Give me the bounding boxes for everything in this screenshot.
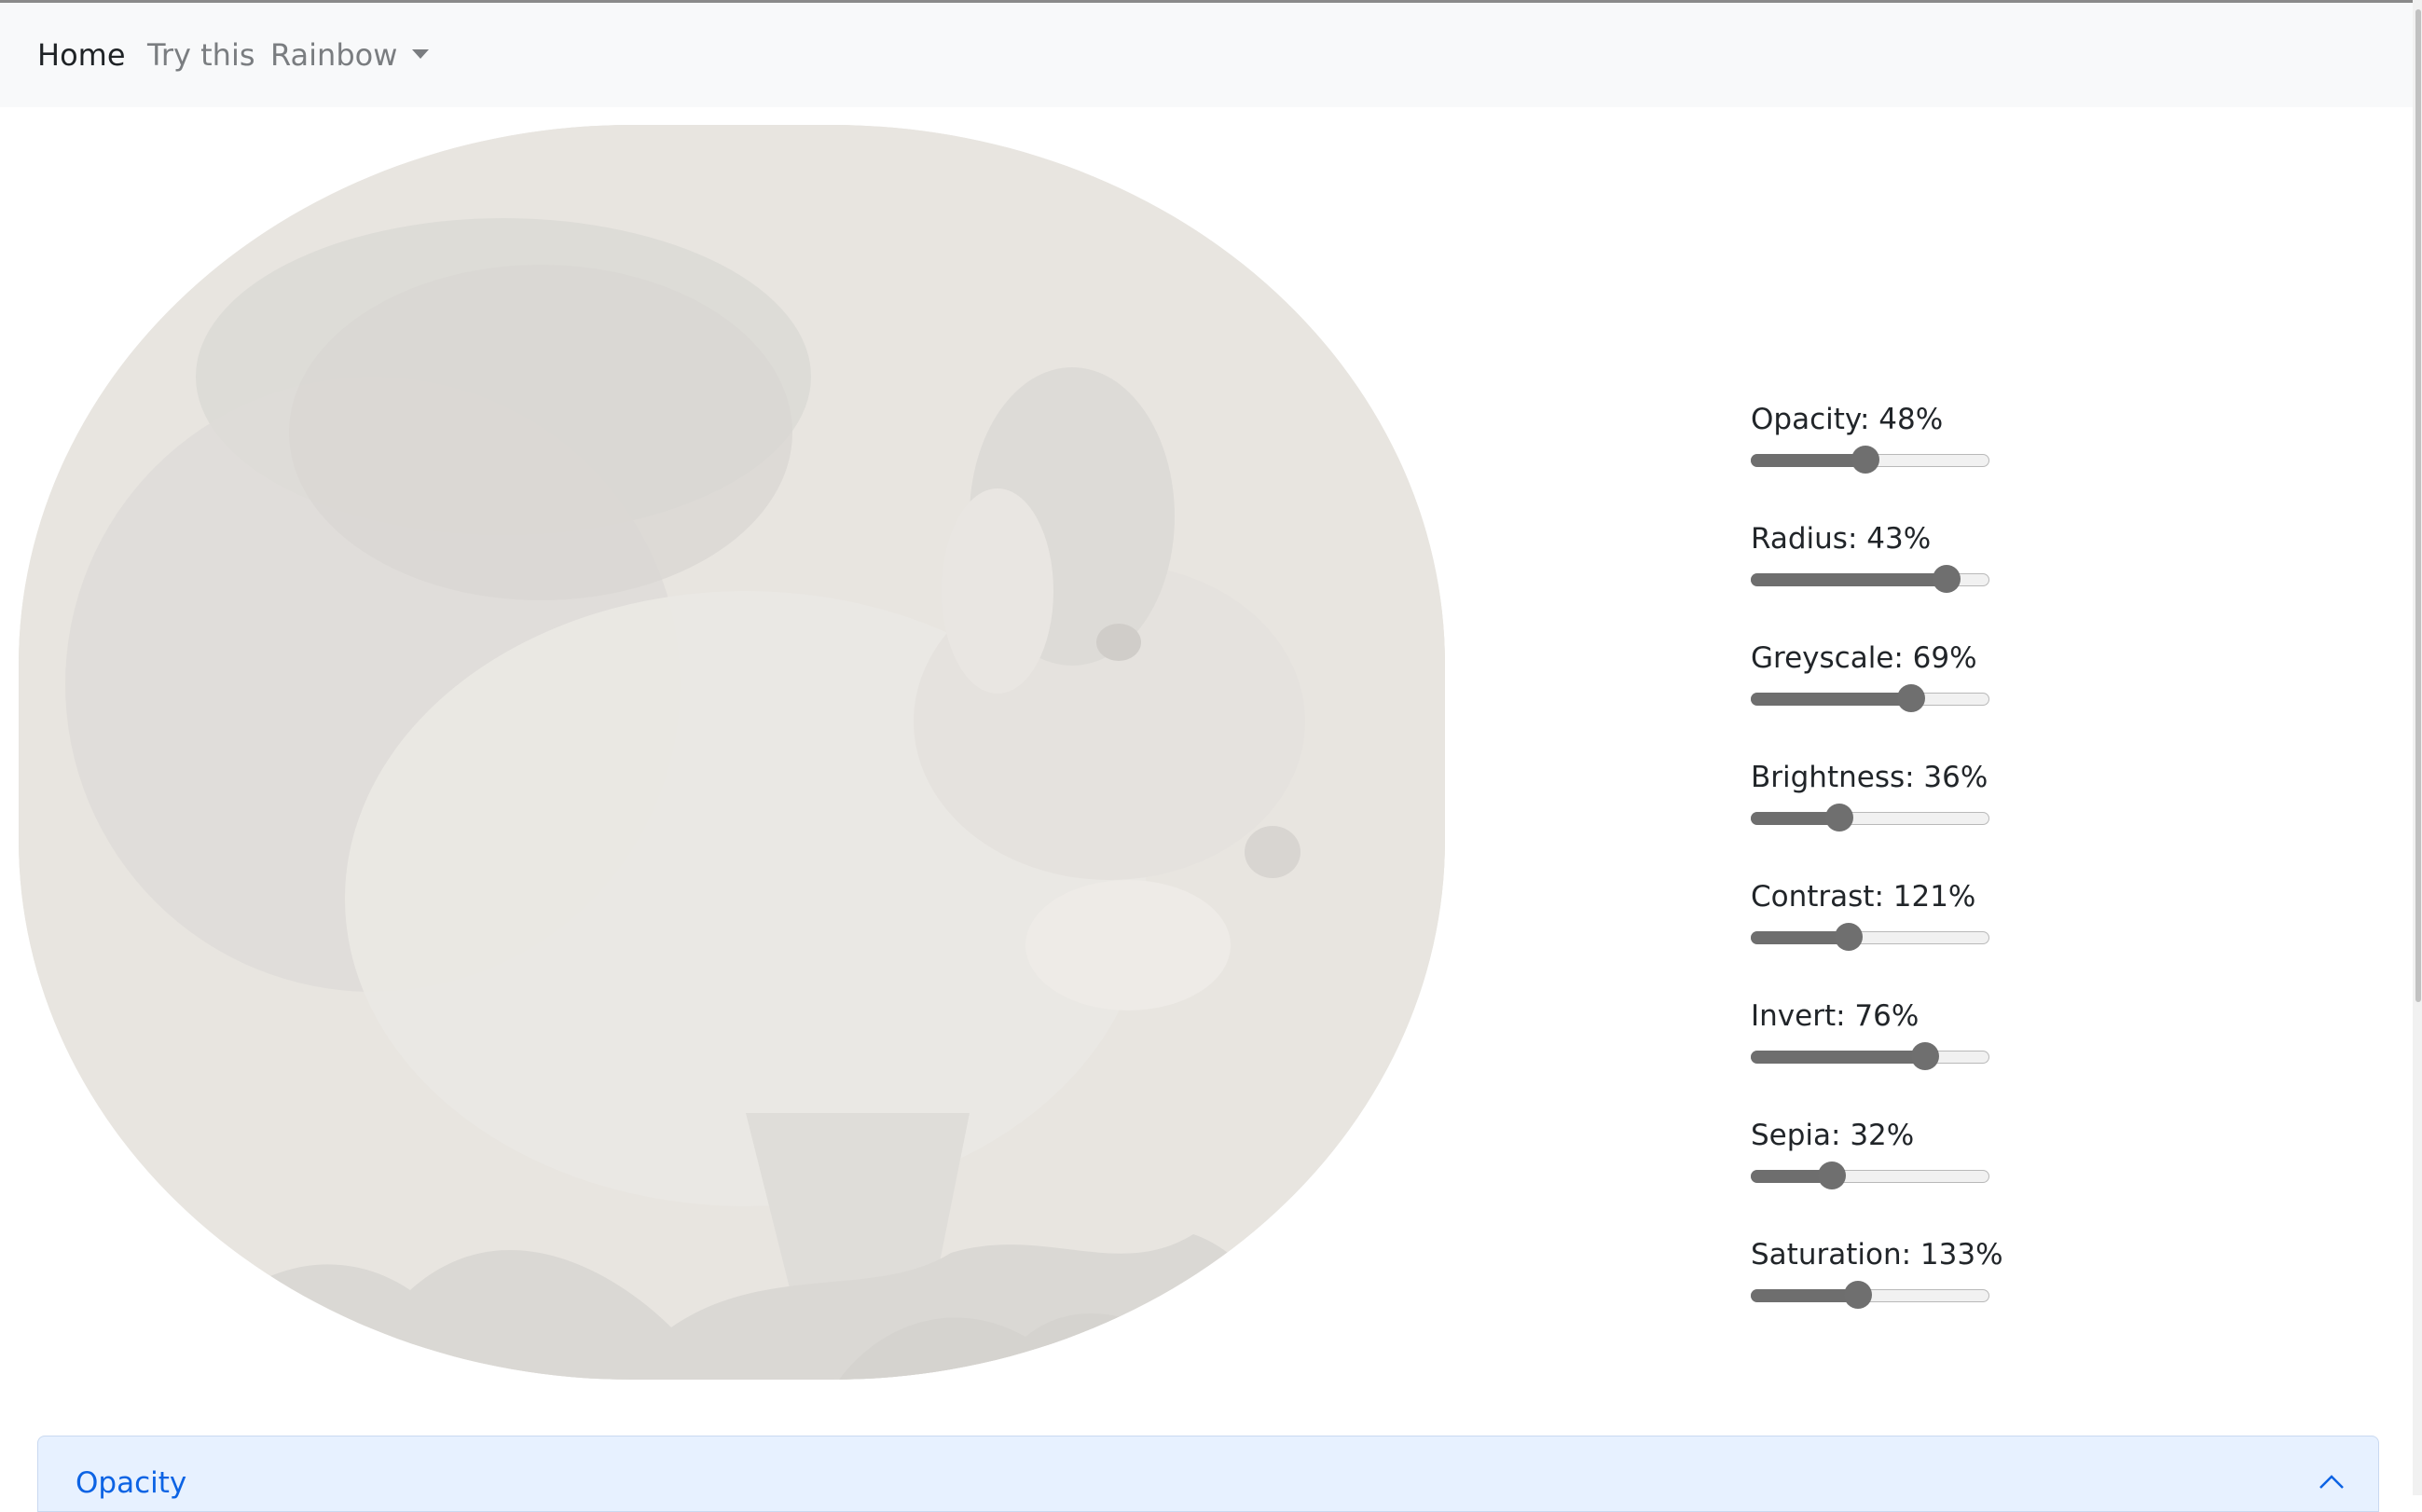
opacity-label: Opacity: 48%	[1751, 403, 1944, 436]
greyscale-control: Greyscale: 69%	[1751, 639, 2124, 733]
sepia-control: Sepia: 32%	[1751, 1117, 2124, 1210]
invert-control: Invert: 76%	[1751, 997, 2124, 1091]
nav-rainbow-dropdown[interactable]: Rainbow	[270, 3, 430, 107]
squirrel-image	[19, 125, 1445, 1380]
saturation-slider[interactable]	[1751, 1279, 1991, 1311]
brightness-slider[interactable]	[1751, 802, 1991, 833]
brightness-label: Brightness: 36%	[1751, 761, 1989, 794]
brightness-control: Brightness: 36%	[1751, 759, 2124, 852]
accordion-title: Opacity	[76, 1466, 187, 1500]
sepia-slider[interactable]	[1751, 1160, 1991, 1191]
opacity-slider-thumb[interactable]	[1851, 446, 1879, 474]
opacity-control: Opacity: 48%	[1751, 401, 2124, 494]
sepia-label: Sepia: 32%	[1751, 1119, 1915, 1152]
filter-controls: Opacity: 48% Radius: 43% Greyscale: 69% …	[1751, 0, 2124, 1324]
caret-down-icon	[412, 49, 430, 59]
contrast-label: Contrast: 121%	[1751, 880, 1976, 914]
chevron-up-icon	[2319, 1475, 2344, 1489]
radius-control: Radius: 43%	[1751, 520, 2124, 613]
invert-slider-fill	[1751, 1051, 1925, 1064]
opacity-slider-fill	[1751, 454, 1865, 467]
saturation-control: Saturation: 133%	[1751, 1236, 2124, 1329]
greyscale-slider[interactable]	[1751, 682, 1991, 714]
nav-rainbow-label: Rainbow	[270, 37, 398, 73]
nav-try-this-link[interactable]: Try this	[147, 3, 255, 107]
radius-label: Radius: 43%	[1751, 522, 1932, 556]
opacity-accordion-header[interactable]: Opacity	[37, 1436, 2379, 1512]
saturation-label: Saturation: 133%	[1751, 1238, 2003, 1271]
saturation-slider-thumb[interactable]	[1844, 1281, 1872, 1309]
page-scrollbar-thumb[interactable]	[2415, 9, 2421, 1002]
radius-slider-thumb[interactable]	[1933, 565, 1961, 593]
greyscale-slider-thumb[interactable]	[1897, 684, 1925, 712]
invert-slider-thumb[interactable]	[1911, 1042, 1939, 1070]
radius-slider-fill	[1751, 573, 1947, 586]
contrast-control: Contrast: 121%	[1751, 878, 2124, 971]
nav-home-link[interactable]: Home	[37, 3, 126, 107]
opacity-slider[interactable]	[1751, 444, 1991, 475]
invert-slider[interactable]	[1751, 1040, 1991, 1072]
sepia-slider-thumb[interactable]	[1818, 1161, 1846, 1189]
squirrel-illustration	[19, 125, 1445, 1380]
contrast-slider[interactable]	[1751, 921, 1991, 953]
saturation-slider-fill	[1751, 1289, 1858, 1302]
brightness-slider-thumb[interactable]	[1825, 804, 1853, 832]
greyscale-slider-fill	[1751, 693, 1911, 706]
greyscale-label: Greyscale: 69%	[1751, 641, 1977, 675]
contrast-slider-thumb[interactable]	[1835, 923, 1863, 951]
invert-label: Invert: 76%	[1751, 999, 1920, 1033]
radius-slider[interactable]	[1751, 563, 1991, 595]
